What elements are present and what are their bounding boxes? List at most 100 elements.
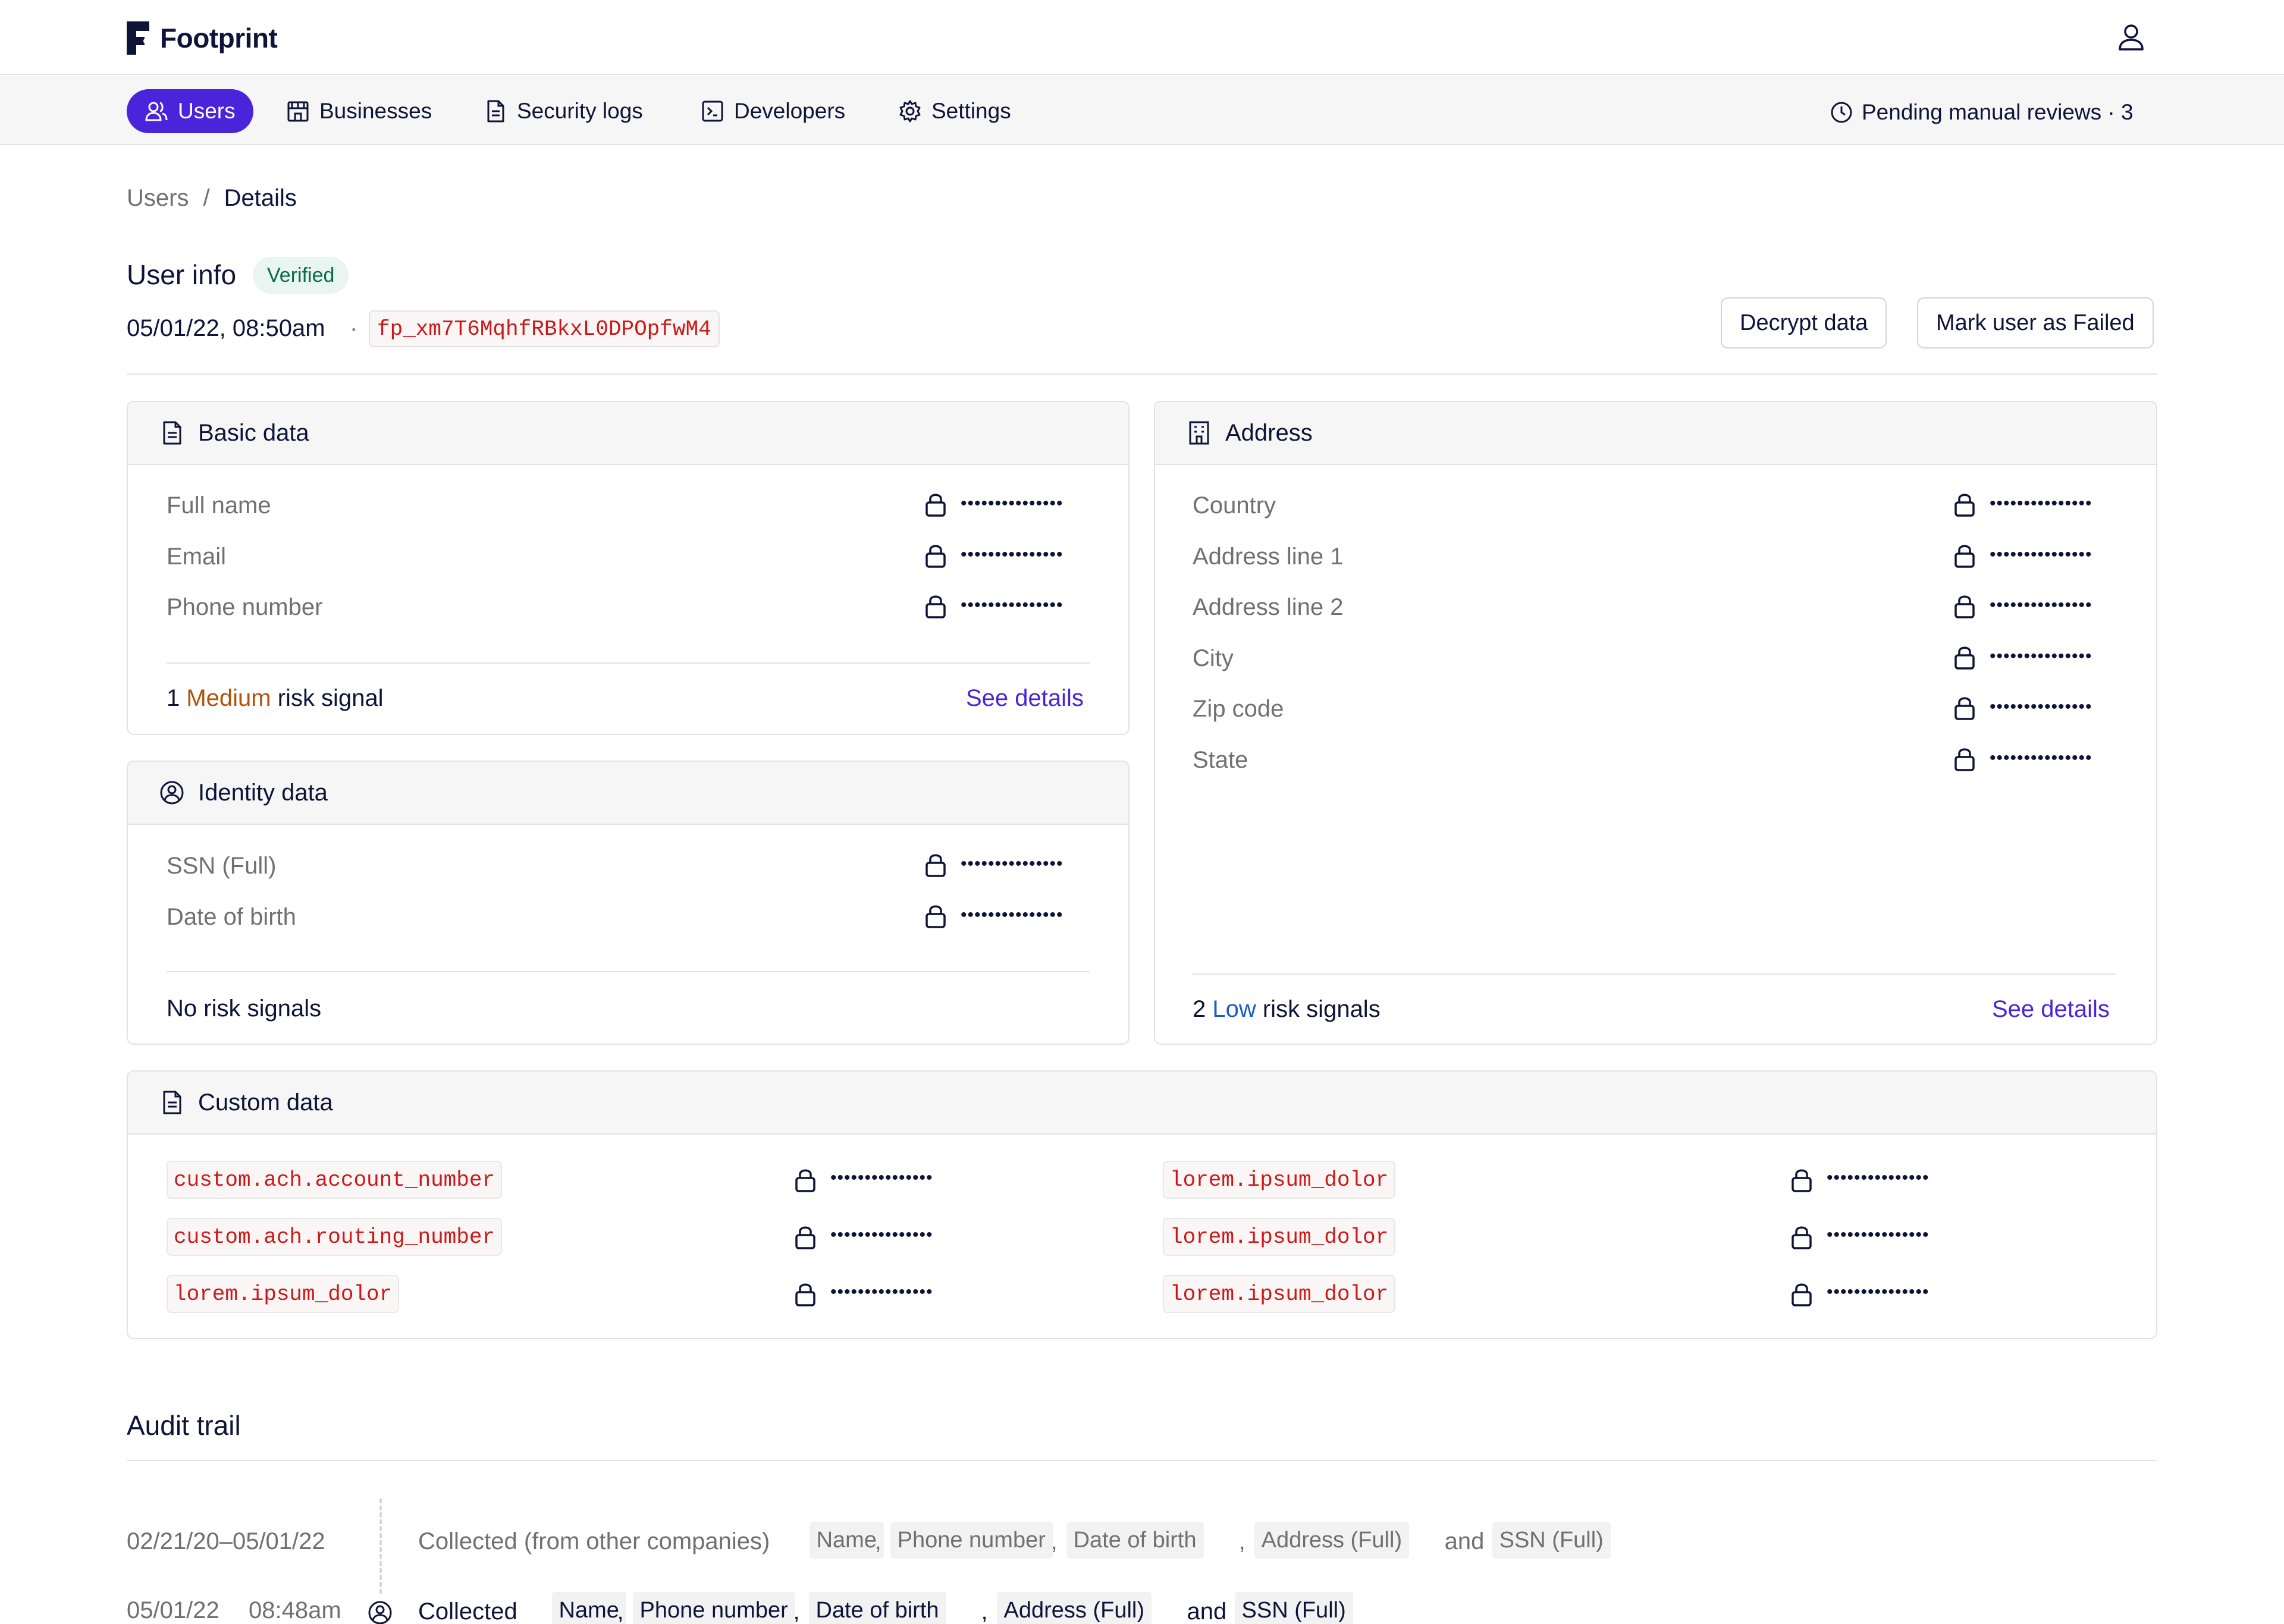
breadcrumb-separator: /: [203, 185, 210, 211]
audit-event-text: Collected: [418, 1598, 517, 1624]
lock-icon: [1954, 494, 1975, 517]
audit-field-tag: Date of birth: [808, 1592, 946, 1624]
custom-data-value: •••••••••••••••: [830, 1225, 933, 1245]
user-circle-icon: [368, 1601, 392, 1624]
audit-comma: ,: [1050, 1528, 1058, 1554]
custom-data-value: •••••••••••••••: [830, 1282, 933, 1302]
address-field-label: Address line 1: [1193, 543, 1344, 570]
lock-icon: [1792, 1226, 1812, 1249]
card-divider: [1193, 973, 2116, 975]
lock-icon: [795, 1169, 815, 1192]
lock-icon: [925, 905, 946, 928]
lock-icon: [925, 545, 946, 568]
nav-item-security-logs[interactable]: Security logs: [466, 89, 661, 133]
risk-summary: 2 Low risk signals: [1193, 996, 1381, 1023]
section-divider: [127, 373, 2157, 375]
nav-label: Users: [178, 99, 236, 123]
card-header: Identity data: [128, 762, 1128, 825]
address-field-label: Country: [1193, 492, 1276, 519]
card-header: Basic data: [128, 402, 1128, 465]
address-field-value: •••••••••••••••: [1990, 595, 2092, 615]
building-icon: [1189, 421, 1209, 445]
risk-summary: 1 Medium risk signal: [167, 685, 384, 712]
audit-field-tag: Name: [809, 1522, 884, 1559]
audit-divider: [127, 1460, 2157, 1461]
audit-comma: ,: [617, 1598, 624, 1624]
audit-field-tag: Name: [551, 1592, 626, 1624]
card-title: Custom data: [198, 1089, 333, 1116]
user-id-chip[interactable]: fp_xm7T6MqhfRBkxL0DPOpfwM4: [369, 310, 720, 347]
audit-and: and: [1187, 1598, 1227, 1624]
identity-field-label: SSN (Full): [167, 853, 277, 879]
risk-level-medium: Medium: [186, 685, 271, 711]
card-divider: [167, 971, 1090, 972]
lock-icon: [1792, 1169, 1812, 1192]
lock-icon: [925, 595, 946, 618]
page-title: User info: [127, 259, 237, 290]
file-text-icon: [163, 1091, 181, 1114]
lock-icon: [1954, 646, 1975, 670]
address-field-label: Address line 2: [1193, 594, 1344, 620]
lock-icon: [925, 494, 946, 517]
nav-item-businesses[interactable]: Businesses: [268, 89, 450, 133]
file-text-icon: [163, 421, 181, 445]
audit-field-tag: Date of birth: [1066, 1522, 1204, 1559]
brand-logo[interactable]: Footprint: [127, 21, 278, 55]
pending-reviews-label: Pending manual reviews · 3: [1862, 100, 2134, 124]
risk-level-low: Low: [1212, 996, 1256, 1022]
basic-field-label: Phone number: [167, 594, 323, 620]
see-details-link[interactable]: See details: [966, 685, 1084, 712]
lock-icon: [1792, 1283, 1812, 1306]
lock-icon: [1954, 697, 1975, 720]
pending-reviews-link[interactable]: Pending manual reviews · 3: [1830, 100, 2134, 125]
basic-field-label: Email: [167, 543, 227, 570]
mark-failed-button[interactable]: Mark user as Failed: [1917, 297, 2154, 348]
risk-suffix: risk signal: [271, 685, 384, 711]
nav-label: Businesses: [319, 99, 432, 123]
custom-data-value: •••••••••••••••: [1827, 1168, 1930, 1188]
risk-suffix: risk signals: [1256, 996, 1381, 1022]
basic-field-label: Full name: [167, 492, 271, 519]
user-created-date: 05/01/22, 08:50am: [127, 315, 325, 341]
lock-icon: [1954, 748, 1975, 771]
nav-item-developers[interactable]: Developers: [683, 89, 863, 133]
see-details-link[interactable]: See details: [1992, 996, 2110, 1023]
audit-comma: ,: [1238, 1528, 1245, 1554]
card-divider: [167, 662, 1090, 664]
card-title: Address: [1225, 419, 1313, 446]
nav-item-settings[interactable]: Settings: [880, 89, 1029, 133]
custom-data-key: lorem.ipsum_dolor: [1163, 1275, 1396, 1313]
identity-field-value: •••••••••••••••: [961, 904, 1063, 925]
risk-summary: No risk signals: [167, 995, 322, 1022]
custom-data-key: lorem.ipsum_dolor: [167, 1275, 400, 1313]
address-field-value: •••••••••••••••: [1990, 544, 2092, 564]
audit-field-tag: Address (Full): [1254, 1522, 1410, 1559]
clock-icon: [1831, 102, 1852, 123]
gear-icon: [899, 100, 921, 122]
breadcrumb-users[interactable]: Users: [127, 185, 189, 212]
nav-item-users[interactable]: Users: [127, 89, 253, 133]
lock-icon: [1954, 595, 1975, 618]
decrypt-data-button[interactable]: Decrypt data: [1721, 297, 1887, 348]
nav-label: Security logs: [517, 99, 643, 123]
custom-data-key: custom.ach.account_number: [167, 1161, 503, 1199]
audit-date: 02/21/20–05/01/22: [127, 1528, 325, 1554]
timeline-line: [379, 1499, 382, 1594]
users-icon: [145, 102, 168, 121]
nav-label: Developers: [734, 99, 846, 123]
basic-field-value: •••••••••••••••: [961, 595, 1063, 615]
basic-field-value: •••••••••••••••: [961, 544, 1063, 564]
custom-data-key: custom.ach.routing_number: [167, 1218, 503, 1256]
store-icon: [287, 101, 309, 122]
address-field-value: •••••••••••••••: [1990, 747, 2092, 768]
user-icon[interactable]: [2116, 23, 2146, 52]
nav-label: Settings: [931, 99, 1011, 123]
address-field-value: •••••••••••••••: [1990, 697, 2092, 717]
address-field-value: •••••••••••••••: [1990, 494, 2092, 513]
top-header: Footprint: [0, 0, 2284, 75]
card-header: Custom data: [128, 1072, 2156, 1135]
audit-and: and: [1444, 1528, 1485, 1554]
audit-date: 05/01/22: [127, 1597, 219, 1623]
identity-field-label: Date of birth: [167, 903, 296, 930]
audit-trail-title: Audit trail: [127, 1410, 241, 1441]
